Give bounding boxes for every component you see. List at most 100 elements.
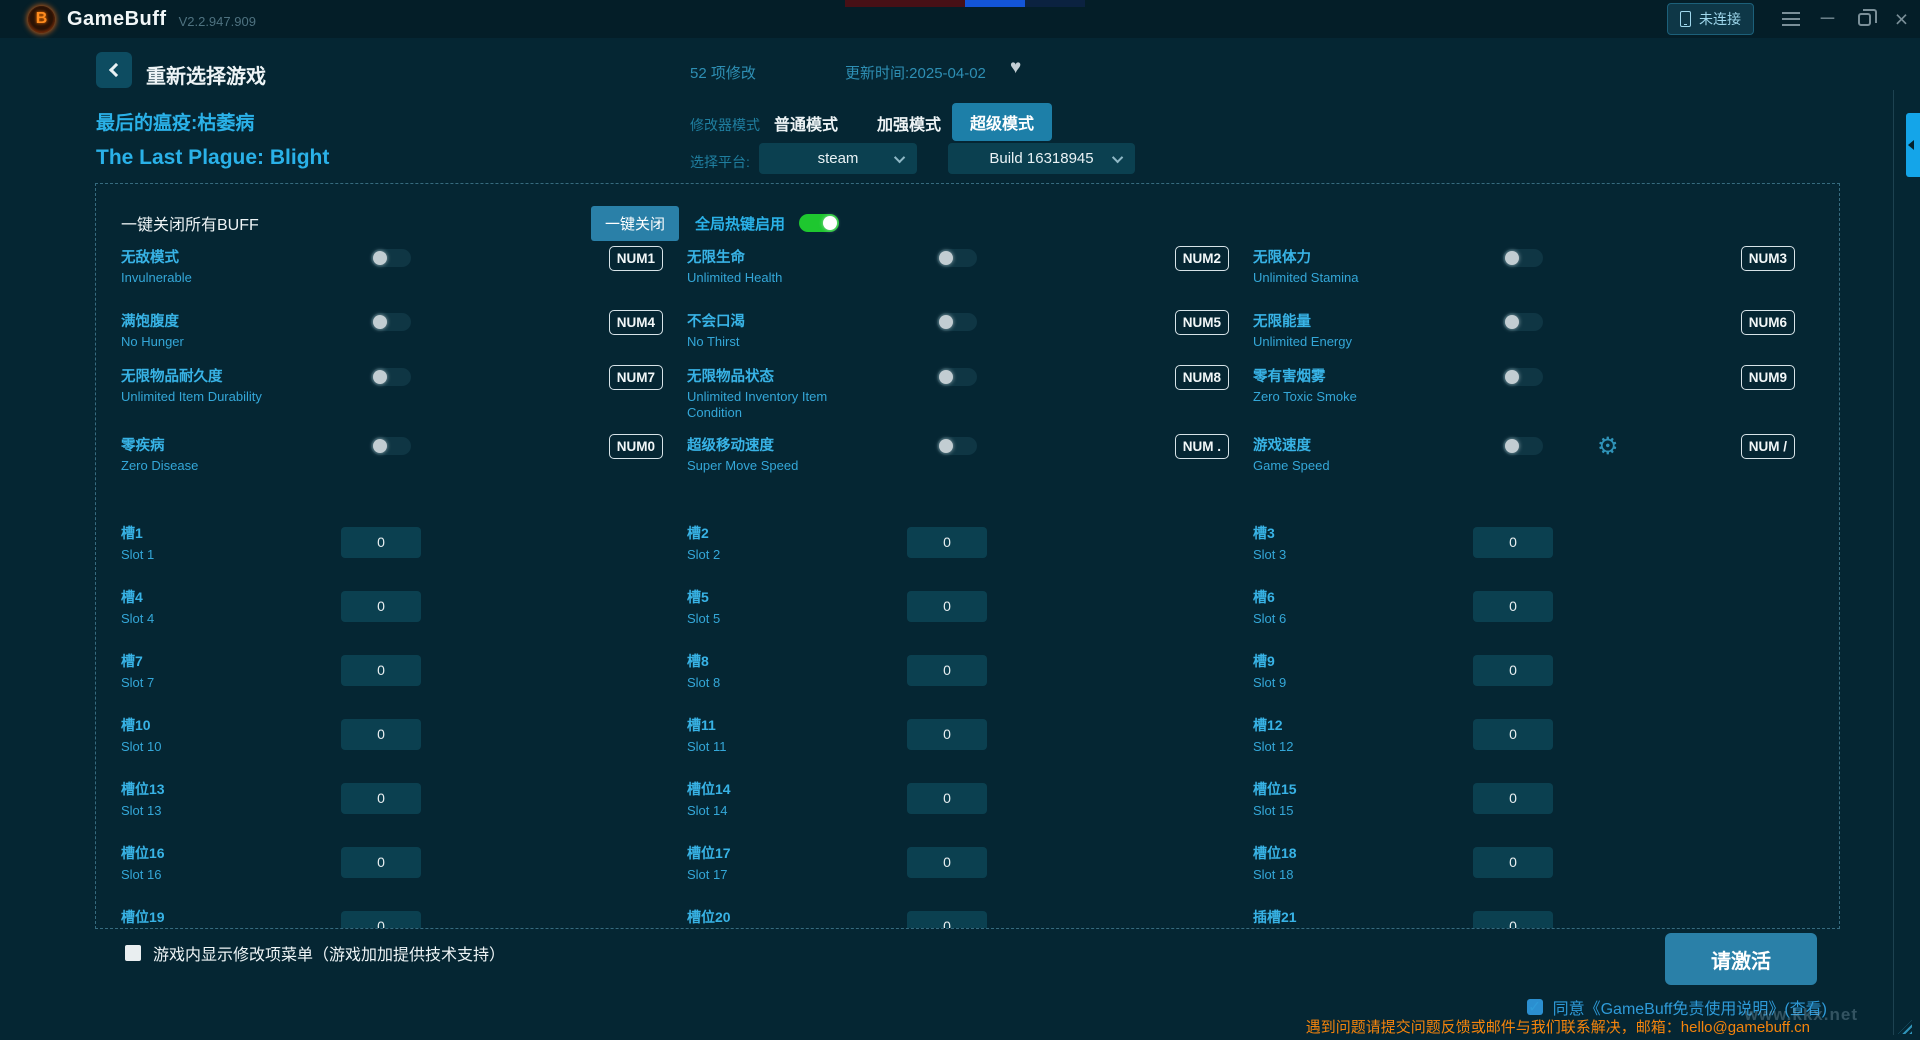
cheat-name-cn: 游戏速度 (1253, 438, 1311, 454)
slot-item: 槽4 Slot 4 (121, 574, 687, 638)
slot-name-en: Slot 17 (687, 866, 728, 882)
cheat-name-cn: 零有害烟雾 (1253, 369, 1326, 385)
mode-option-normal[interactable]: 普通模式 (774, 111, 838, 135)
slot-labels: 槽3 Slot 3 (1253, 523, 1473, 562)
global-hotkey-label: 全局热键启用 (695, 215, 786, 233)
hotkey-badge: NUM4 (608, 310, 663, 335)
favorite-heart-icon[interactable]: ♥ (1010, 57, 1021, 79)
mode-option-super-selected[interactable]: 超级模式 (952, 103, 1053, 141)
maximize-button[interactable] (1846, 0, 1883, 38)
cheat-name-cn: 不会口渴 (687, 314, 745, 330)
cheat-toggle[interactable] (1503, 249, 1543, 267)
slot-item: 槽1 Slot 1 (121, 510, 687, 574)
slot-value-input[interactable] (1473, 846, 1553, 878)
hotkey-badge: NUM . (1174, 434, 1229, 459)
side-panel-tab[interactable] (1906, 113, 1920, 177)
cheat-toggle[interactable] (937, 313, 977, 331)
minimize-button[interactable]: ─ (1809, 0, 1846, 38)
cheat-toggle[interactable] (937, 368, 977, 386)
cheat-name-en: Game Speed (1253, 458, 1330, 473)
mods-count: 52 项修改 (690, 65, 756, 82)
back-button[interactable] (96, 52, 132, 88)
cheat-name-cn: 零疾病 (121, 438, 165, 454)
slot-value-input[interactable] (341, 782, 421, 814)
slot-item: 槽2 Slot 2 (687, 510, 1253, 574)
slot-name-cn: 槽2 (687, 524, 709, 541)
slot-value-input[interactable] (1473, 718, 1553, 750)
cheat-toggle[interactable] (371, 368, 411, 386)
slot-value-input[interactable] (907, 782, 987, 814)
activate-button[interactable]: 请激活 (1665, 933, 1817, 985)
slot-value-input[interactable] (907, 590, 987, 622)
slot-value-input[interactable] (1473, 590, 1553, 622)
cheat-name-cn: 无限物品状态 (687, 369, 774, 385)
slot-value-input[interactable] (341, 526, 421, 558)
slot-value-input[interactable] (907, 526, 987, 558)
cheat-toggle[interactable] (371, 249, 411, 267)
cheat-labels: 零疾病 Zero Disease (121, 434, 371, 474)
slot-value-input[interactable] (341, 718, 421, 750)
phone-icon (1680, 11, 1691, 27)
slot-value-input[interactable] (1473, 654, 1553, 686)
slot-name-cn: 槽位19 (121, 908, 165, 925)
slot-value-input[interactable] (907, 718, 987, 750)
cheat-item: 游戏速度 Game Speed ⚙ NUM / (1253, 432, 1819, 501)
cheat-toggle[interactable] (371, 313, 411, 331)
checkbox-checked-icon[interactable]: ✓ (1526, 999, 1543, 1016)
slot-value-input[interactable] (907, 846, 987, 878)
slot-name-en: Slot 18 (1253, 866, 1294, 882)
slot-labels: 槽1 Slot 1 (121, 523, 341, 562)
mode-option-enhanced[interactable]: 加强模式 (877, 111, 941, 135)
gear-icon[interactable]: ⚙ (1597, 432, 1619, 461)
toggle-knob (373, 315, 387, 329)
platform-dropdown[interactable]: steam (759, 143, 917, 174)
slot-value-input[interactable] (1473, 910, 1553, 928)
build-value: Build 16318945 (989, 150, 1094, 167)
slot-value-input[interactable] (907, 654, 987, 686)
cheat-toggle[interactable] (1503, 368, 1543, 386)
slot-item: 槽3 Slot 3 (1253, 510, 1819, 574)
top-strip-mark (1025, 0, 1085, 7)
slot-name-cn: 槽7 (121, 652, 143, 669)
slot-value-input[interactable] (1473, 782, 1553, 814)
update-time: 更新时间:2025-04-02 (845, 65, 986, 82)
game-title-cn: 最后的瘟疫:枯萎病 (96, 113, 255, 134)
cheat-item: 无敌模式 Invulnerable ⚙ NUM1 (121, 246, 687, 310)
toggle-knob (823, 216, 838, 230)
slot-value-input[interactable] (341, 590, 421, 622)
close-button[interactable]: × (1883, 0, 1920, 38)
slot-value-input[interactable] (907, 910, 987, 928)
cheat-toggle[interactable] (937, 249, 977, 267)
cheat-labels: 无限物品状态 Unlimited Inventory Item Conditio… (687, 365, 937, 421)
connection-status-button[interactable]: 未连接 (1667, 3, 1754, 35)
close-all-button[interactable]: 一键关闭 (591, 205, 680, 241)
top-strip-mark (845, 0, 905, 7)
resize-handle-icon[interactable] (1898, 1020, 1912, 1034)
cheat-toggle[interactable] (371, 437, 411, 455)
slot-item: 槽位16 Slot 16 (121, 830, 687, 894)
slot-item: 槽位14 Slot 14 (687, 766, 1253, 830)
cheat-item: 无限物品耐久度 Unlimited Item Durability ⚙ NUM7 (121, 365, 687, 434)
menu-button[interactable] (1772, 0, 1809, 38)
cheat-name-cn: 无限物品耐久度 (121, 369, 223, 385)
checkbox-unchecked-icon[interactable] (125, 945, 141, 961)
cheat-labels: 无限能量 Unlimited Energy (1253, 310, 1503, 350)
toggle-knob (1505, 315, 1519, 329)
chevron-down-icon (893, 151, 906, 163)
ingame-menu-option[interactable]: 游戏内显示修改项菜单（游戏加加提供技术支持） (125, 941, 505, 965)
slot-name-cn: 槽11 (687, 716, 716, 733)
slot-value-input[interactable] (1473, 526, 1553, 558)
cheat-toggle[interactable] (937, 437, 977, 455)
top-strip-mark (965, 0, 1025, 7)
build-dropdown[interactable]: Build 16318945 (948, 143, 1135, 174)
slot-value-input[interactable] (341, 846, 421, 878)
cheat-toggle[interactable] (1503, 313, 1543, 331)
cheat-toggle[interactable] (1503, 437, 1543, 455)
global-hotkey-toggle[interactable] (799, 214, 840, 232)
slot-value-input[interactable] (341, 654, 421, 686)
slot-name-cn: 槽位15 (1253, 780, 1297, 797)
slot-name-cn: 槽1 (121, 524, 143, 541)
slot-value-input[interactable] (341, 910, 421, 928)
slot-item: 槽位13 Slot 13 (121, 766, 687, 830)
toggle-knob (939, 251, 953, 265)
